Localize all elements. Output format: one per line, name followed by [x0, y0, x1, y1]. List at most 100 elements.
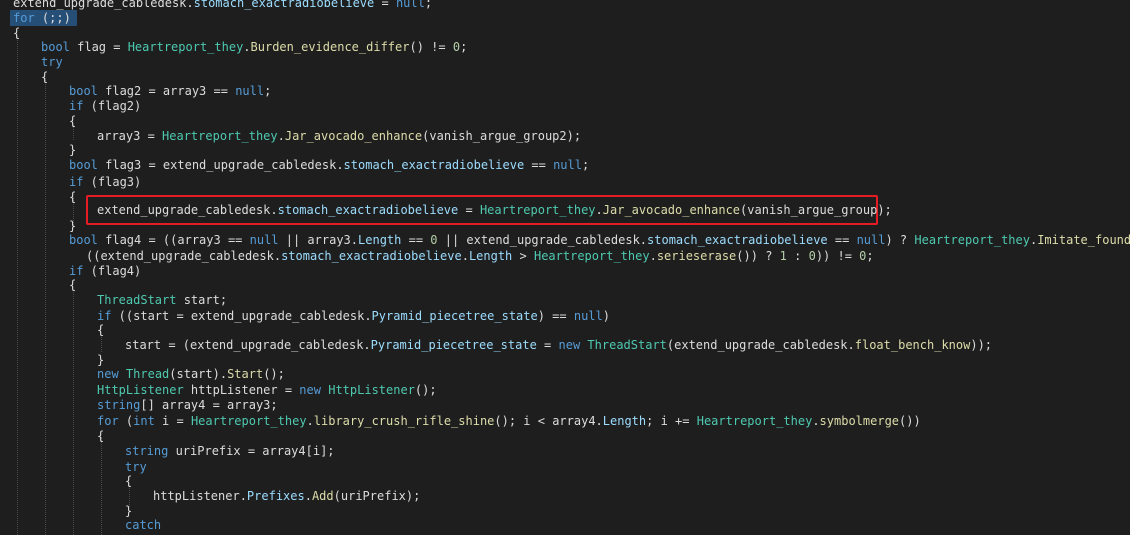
code-line[interactable]: extend_upgrade_cabledesk.stomach_exactra…	[97, 203, 892, 218]
code-token: Heartreport_they	[127, 40, 244, 54]
code-token: if	[69, 264, 84, 278]
code-line[interactable]: {	[69, 190, 76, 205]
code-token: bool	[69, 233, 98, 247]
indent-guide	[101, 437, 102, 535]
code-token: string	[97, 398, 141, 412]
code-token: =	[536, 338, 559, 352]
code-token: flag3 = extend_upgrade_cabledesk.	[97, 158, 344, 172]
code-line[interactable]: }	[97, 353, 104, 368]
code-line[interactable]: {	[13, 26, 20, 41]
code-line[interactable]: for (;;)	[13, 11, 71, 26]
code-line[interactable]: HttpListener httpListener = new HttpList…	[97, 383, 437, 398]
code-token: Length	[468, 249, 513, 263]
code-token: || extend_upgrade_cabledesk.	[437, 233, 648, 247]
code-line[interactable]: new Thread(start).Start();	[97, 367, 285, 382]
code-token: (	[118, 414, 134, 428]
code-token: extend_upgrade_cabledesk.	[13, 0, 194, 10]
code-token: for	[13, 11, 35, 25]
code-token: ()) ?	[736, 249, 780, 263]
code-token: {	[69, 114, 77, 128]
code-token: ();	[263, 367, 285, 381]
code-token: new	[558, 338, 581, 352]
code-line[interactable]: {	[69, 114, 76, 129]
code-line[interactable]: if (flag4)	[69, 264, 141, 279]
code-line[interactable]: {	[97, 429, 104, 444]
code-token: Heartreport_they	[696, 414, 813, 428]
code-token: ==	[524, 158, 554, 172]
code-token: =	[458, 203, 480, 217]
code-line[interactable]: {	[41, 70, 48, 85]
code-line[interactable]: catch	[125, 518, 161, 533]
code-line[interactable]: if (flag3)	[69, 175, 141, 190]
code-line[interactable]: {	[69, 278, 76, 293]
code-token: ((start = extend_upgrade_cabledesk.	[111, 309, 372, 323]
code-line[interactable]: array3 = Heartreport_they.Jar_avocado_en…	[97, 129, 581, 144]
code-token: ;	[581, 158, 590, 172]
code-line[interactable]: for (int i = Heartreport_they.library_cr…	[97, 414, 921, 429]
code-line[interactable]: bool flag4 = ((array3 == null || array3.…	[69, 233, 1130, 248]
code-line[interactable]: bool flag = Heartreport_they.Burden_evid…	[41, 40, 467, 55]
code-token: .	[277, 129, 285, 143]
code-token: {	[125, 474, 133, 488]
code-token: serieserase	[656, 249, 737, 263]
code-token: (vanish_argue_group2);	[422, 129, 582, 143]
code-line[interactable]: try	[125, 460, 147, 475]
code-token: ThreadStart	[97, 293, 177, 307]
code-line[interactable]: }	[69, 219, 76, 234]
code-token: stomach_exactradiobelieve	[343, 158, 525, 172]
code-line[interactable]: httpListener.Prefixes.Add(uriPrefix);	[153, 489, 420, 504]
code-token: flag2 = array3 ==	[97, 84, 236, 98]
code-token: extend_upgrade_cabledesk.	[97, 203, 278, 217]
code-token: flag4 = ((array3 ==	[97, 233, 250, 247]
code-line[interactable]: if ((start = extend_upgrade_cabledesk.Py…	[97, 309, 610, 324]
code-token: .	[461, 249, 469, 263]
indent-guide	[101, 337, 102, 352]
code-line[interactable]: string uriPrefix = array4[i];	[125, 444, 335, 459]
code-line[interactable]: extend_upgrade_cabledesk.stomach_exactra…	[13, 0, 432, 11]
code-token: uriPrefix = array4[i];	[168, 444, 335, 458]
code-token: HttpListener	[97, 383, 184, 397]
code-token: )	[602, 309, 610, 323]
code-token: (flag4)	[83, 264, 142, 278]
code-token: ();	[414, 383, 437, 397]
code-token: (extend_upgrade_cabledesk.	[666, 338, 855, 352]
code-line[interactable]: if (flag2)	[69, 99, 141, 114]
code-line[interactable]: bool flag3 = extend_upgrade_cabledesk.st…	[69, 158, 589, 173]
code-token: {	[69, 278, 77, 292]
code-line[interactable]: ThreadStart start;	[97, 293, 227, 308]
code-token: Imitate_found	[1037, 233, 1130, 247]
code-token: Jar_avocado_enhance	[602, 203, 741, 217]
code-token: ThreadStart	[587, 338, 667, 352]
code-token: null	[395, 0, 425, 10]
code-editor[interactable]: extend_upgrade_cabledesk. stomach_exactra…	[0, 0, 1130, 535]
code-line[interactable]: ((extend_upgrade_cabledesk.stomach_exact…	[86, 249, 874, 264]
code-token: Heartreport_they	[162, 129, 278, 143]
code-token: new	[97, 367, 119, 381]
code-line[interactable]: string[] array4 = array3;	[97, 398, 278, 413]
code-line[interactable]: try	[41, 55, 63, 70]
code-token: ; i +=	[646, 414, 697, 428]
code-line[interactable]: bool flag2 = array3 == null;	[69, 84, 271, 99]
code-token: {	[69, 190, 77, 204]
code-token: i =	[154, 414, 191, 428]
indent-guide	[45, 78, 46, 535]
code-token: Heartreport_they	[914, 233, 1030, 247]
code-line[interactable]: start = (extend_upgrade_cabledesk.Pyrami…	[125, 338, 992, 353]
code-token: catch	[125, 518, 162, 532]
code-token: Heartreport_they	[190, 414, 307, 428]
code-line[interactable]: }	[69, 143, 76, 158]
code-line[interactable]: {	[125, 474, 132, 489]
code-token: flag =	[69, 40, 128, 54]
code-token: {	[97, 323, 105, 337]
code-token: Pyramid_piecetree_state	[371, 309, 538, 323]
code-token: library_crush_rifle_shine	[313, 414, 495, 428]
code-token: Heartreport_they	[533, 249, 650, 263]
code-line[interactable]: {	[97, 323, 104, 338]
code-token: string	[125, 444, 169, 458]
code-token: ));	[970, 338, 993, 352]
code-token: float_bench_know	[854, 338, 971, 352]
code-token: }	[97, 353, 105, 367]
code-line[interactable]: }	[125, 504, 132, 519]
code-token: [] array4 = array3;	[140, 398, 278, 412]
